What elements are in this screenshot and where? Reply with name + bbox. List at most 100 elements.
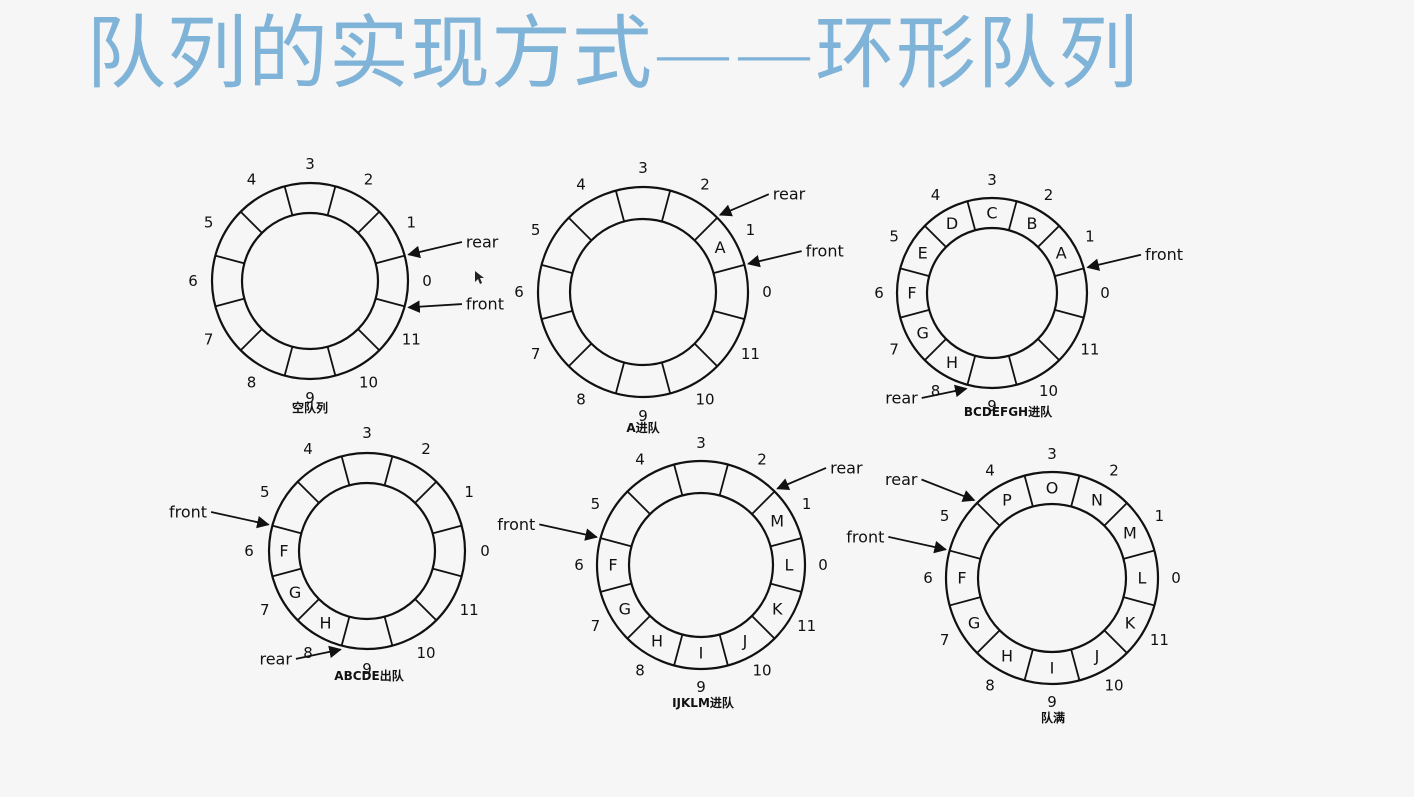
slot-index-label: 0 [422,272,432,290]
slot-index-label: 10 [695,390,714,408]
slot-index-label: 11 [1080,341,1099,359]
ring-caption: IJKLM进队 [672,695,735,710]
pointer-label-rear: rear [259,649,292,668]
slot-divider [326,186,337,216]
slot-divider [661,362,672,394]
slot-index-label: 10 [752,662,771,680]
slot-divider [340,456,351,486]
pointer-arrow-front [539,523,598,541]
ring-caption: BCDEFGH进队 [964,404,1053,419]
slot-divider [383,456,394,486]
slot-divider [614,362,625,394]
slot-divider [966,355,977,385]
pointer-label-front: front [846,527,884,546]
slot-divider [713,263,745,274]
slot-index-label: 11 [402,331,421,349]
slot-index-label: 3 [638,159,648,177]
ring-empty: 01234567891011空队列rearfront [188,155,504,415]
slot-index-label: 1 [1155,507,1165,525]
queue-element-cell: H [319,613,331,632]
slot-divider [240,328,263,351]
slide: 队列的实现方式——环形队列 0 1 2 3 4 5 6 7 8 9 10 11 空队列 rear front… [0,0,1414,797]
queue-element-cell: I [1050,659,1055,678]
pointer-label-rear: rear [830,458,863,477]
slot-divider [383,616,394,646]
queue-element-cell: L [785,556,794,575]
slot-divider [1054,267,1084,278]
slot-index-label: 11 [1150,631,1169,649]
queue-element-cell: G [619,600,631,619]
slot-divider [614,190,625,222]
slot-divider [375,297,405,308]
slot-divider [272,524,302,535]
queue-element-cell: G [968,614,980,633]
slot-index-label: 2 [1109,462,1119,480]
slot-index-label: 7 [531,345,541,363]
pointer-arrow-front [888,535,947,554]
pointer-label-rear: rear [885,389,918,408]
slot-divider [673,464,684,496]
queue-element-cell: H [651,632,663,651]
slot-divider [414,481,437,504]
ring-inner-circle [568,217,718,367]
queue-element-cell: E [918,244,928,263]
slot-divider [1054,308,1084,319]
slot-divider [541,263,573,274]
slot-divider [340,616,351,646]
slot-divider [297,481,320,504]
pointer-arrow-rear [407,241,463,259]
ring-inner-circle [627,491,775,639]
queue-element-cell: G [289,583,301,602]
queue-element-cell: I [699,644,704,663]
mouse-cursor-icon [475,271,484,284]
slot-index-label: 5 [591,495,601,513]
ring-full: 0 1 2 3 4 5 6 7 8 9 10 11 L M N O P F G H I J K 队满 rear front [846,445,1180,725]
slot-index-label: 7 [204,331,214,349]
slot-divider [661,190,672,222]
slot-index-label: 10 [1039,382,1058,400]
slot-divider [900,267,930,278]
ring-inner-circle [240,211,380,351]
slot-index-label: 4 [985,462,995,480]
slot-index-label: 5 [204,214,214,232]
slot-index-label: 9 [1047,693,1057,711]
slot-index-label: 6 [574,556,584,574]
pointer-arrow-rear [921,478,976,502]
slot-divider [718,464,729,496]
pointer-label-front: front [497,515,535,534]
slot-index-label: 1 [407,214,417,232]
slot-divider [283,346,294,376]
slot-divider [568,217,593,242]
slot-divider [215,254,245,265]
pointer-arrow-rear [776,467,827,490]
queue-element-cell: G [917,324,929,343]
slot-index-label: 6 [188,272,198,290]
slot-divider [751,615,776,640]
slot-divider [718,634,729,666]
pointer-label-rear: rear [466,232,499,251]
pointer-arrow-rear [921,384,968,399]
queue-element-cell: H [946,353,958,372]
slot-divider [713,310,745,321]
queue-element-cell: B [1027,214,1038,233]
slot-divider [976,629,1001,654]
slot-index-label: 2 [364,171,374,189]
slot-index-label: 0 [818,556,828,574]
slot-divider [297,598,320,621]
ring-inner-circle [297,481,437,621]
slot-index-label: 2 [1044,186,1054,204]
ring-inner-circle [925,226,1059,360]
queue-element-cell: F [907,284,916,303]
slot-index-label: 0 [480,542,490,560]
slot-index-label: 5 [889,228,899,246]
queue-element-cell: C [986,204,997,223]
queue-element-cell: F [957,569,966,588]
slot-divider [1037,338,1060,361]
slot-index-label: 4 [303,440,313,458]
slot-divider [1103,629,1128,654]
pointer-arrow-front [747,250,802,268]
pointer-label-rear: rear [773,185,806,204]
pointer-label-front: front [1145,245,1183,264]
slot-index-label: 11 [460,601,479,619]
ring-dequeue-abcde: 01234567891011FGHABCDE出队frontrear [169,424,490,683]
